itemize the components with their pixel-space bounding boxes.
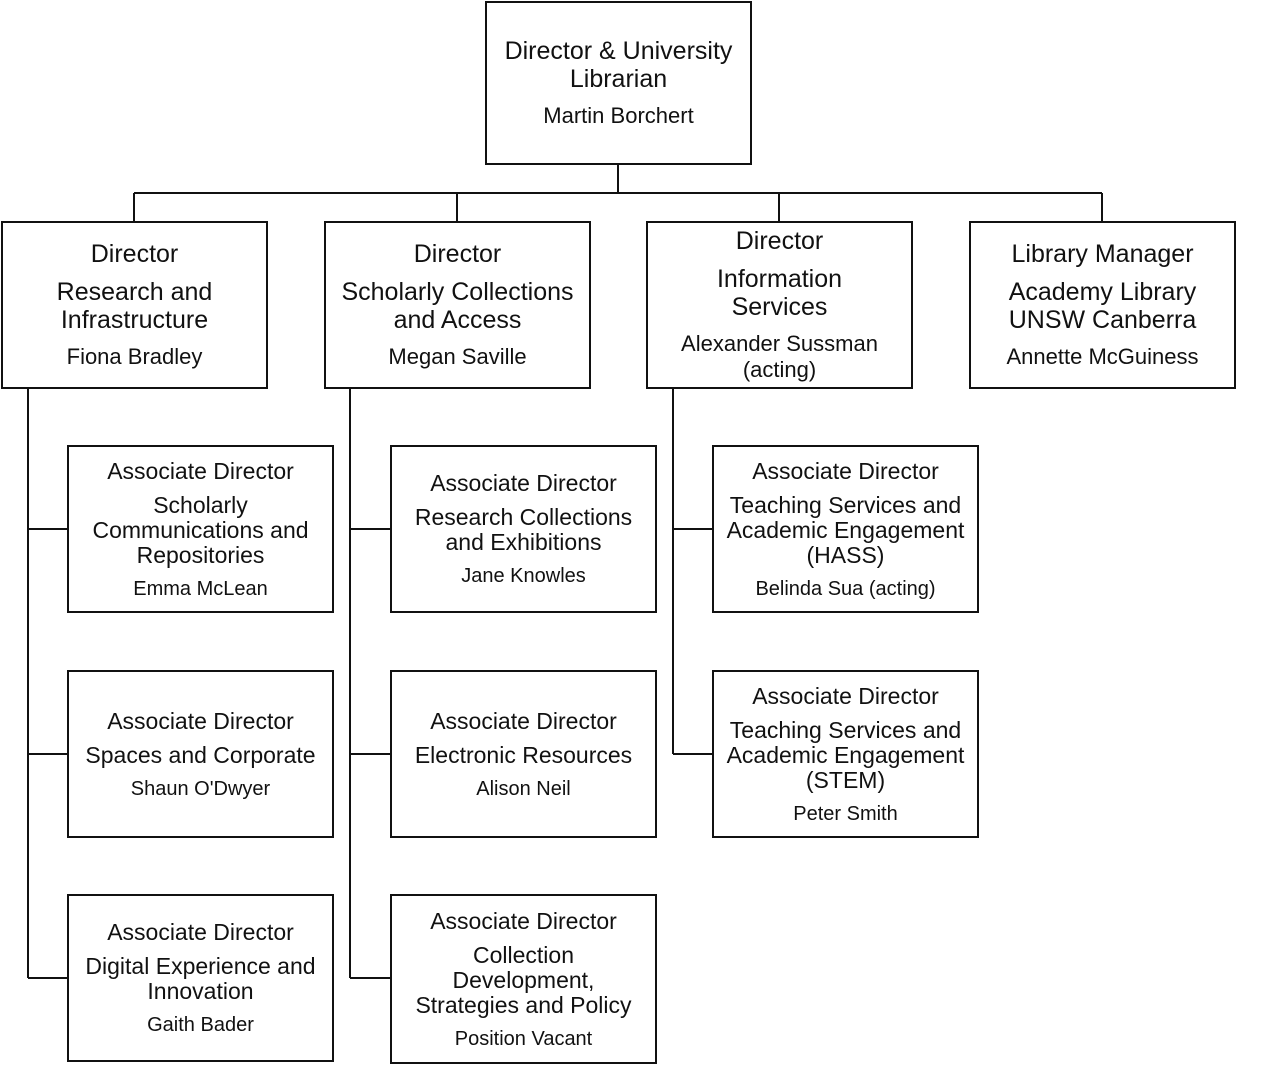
node-title: Associate Director	[430, 707, 617, 734]
node-unit: Scholarly Communications and Repositorie…	[92, 491, 309, 568]
org-node-a31: Associate Director Teaching Services and …	[712, 445, 979, 613]
org-node-a11: Associate Director Scholarly Communicatio…	[67, 445, 334, 613]
org-node-d4: Library Manager Academy Library UNSW Canb…	[969, 221, 1236, 389]
org-node-d2: Director Scholarly Collections and Access…	[324, 221, 591, 389]
node-unit: Teaching Services and Academic Engagemen…	[726, 491, 965, 568]
node-name: Gaith Bader	[147, 1014, 254, 1036]
connector-col3	[672, 389, 712, 755]
node-unit: Scholarly Collections and Access	[341, 278, 574, 334]
node-name: Belinda Sua (acting)	[755, 577, 936, 600]
org-node-a13: Associate Director Digital Experience and…	[67, 894, 334, 1062]
org-node-a32: Associate Director Teaching Services and …	[712, 670, 979, 838]
org-node-a21: Associate Director Research Collections a…	[390, 445, 657, 613]
node-name: Emma McLean	[133, 577, 268, 600]
node-name: Position Vacant	[454, 1027, 593, 1050]
node-unit: Collection Development, Strategies and P…	[415, 941, 632, 1018]
node-title: Associate Director	[430, 470, 617, 496]
org-node-a23: Associate Director Collection Development…	[390, 894, 657, 1064]
node-title: Associate Director	[430, 907, 617, 934]
node-name: Annette McGuiness	[1006, 344, 1199, 369]
node-name: Alison Neil	[476, 777, 571, 800]
node-unit: Research Collections and Exhibitions	[414, 504, 633, 555]
node-name: Shaun O'Dwyer	[130, 777, 271, 800]
org-node-top: Director & University Librarian Martin Bo…	[485, 1, 752, 165]
node-unit: Academy Library UNSW Canberra	[1008, 278, 1197, 334]
connector-top	[133, 165, 1103, 221]
node-unit: Digital Experience and Innovation	[85, 953, 316, 1004]
node-title: Associate Director	[752, 682, 939, 709]
node-title: Associate Director	[107, 707, 294, 734]
node-title: Associate Director	[107, 919, 294, 945]
node-name: Megan Saville	[388, 344, 527, 369]
node-name: Alexander Sussman (acting)	[681, 331, 878, 382]
node-unit: Electronic Resources	[414, 741, 633, 768]
node-name: Fiona Bradley	[66, 344, 203, 369]
node-unit: Teaching Services and Academic Engagemen…	[726, 716, 965, 793]
node-title: Director	[413, 240, 502, 268]
node-title: Director	[735, 227, 824, 255]
connector-col2	[349, 389, 390, 979]
connector-col1	[27, 389, 67, 979]
node-name: Peter Smith	[793, 802, 898, 825]
node-unit: Information Services	[716, 265, 843, 321]
node-title: Associate Director	[107, 457, 294, 484]
node-title: Library Manager	[1011, 240, 1194, 268]
org-node-a12: Associate Director Spaces and Corporate Sh…	[67, 670, 334, 838]
org-node-a22: Associate Director Electronic Resources Al…	[390, 670, 657, 838]
node-title: Director & University Librarian	[504, 37, 733, 93]
node-name: Jane Knowles	[461, 565, 586, 587]
node-unit: Spaces and Corporate	[85, 741, 316, 768]
node-title: Associate Director	[752, 457, 939, 484]
node-unit: Research and Infrastructure	[56, 278, 213, 334]
org-node-d3: Director Information Services Alexander Su…	[646, 221, 913, 389]
node-title: Director	[90, 240, 179, 268]
org-node-d1: Director Research and Infrastructure Fiona…	[1, 221, 268, 389]
node-name: Martin Borchert	[543, 103, 694, 128]
